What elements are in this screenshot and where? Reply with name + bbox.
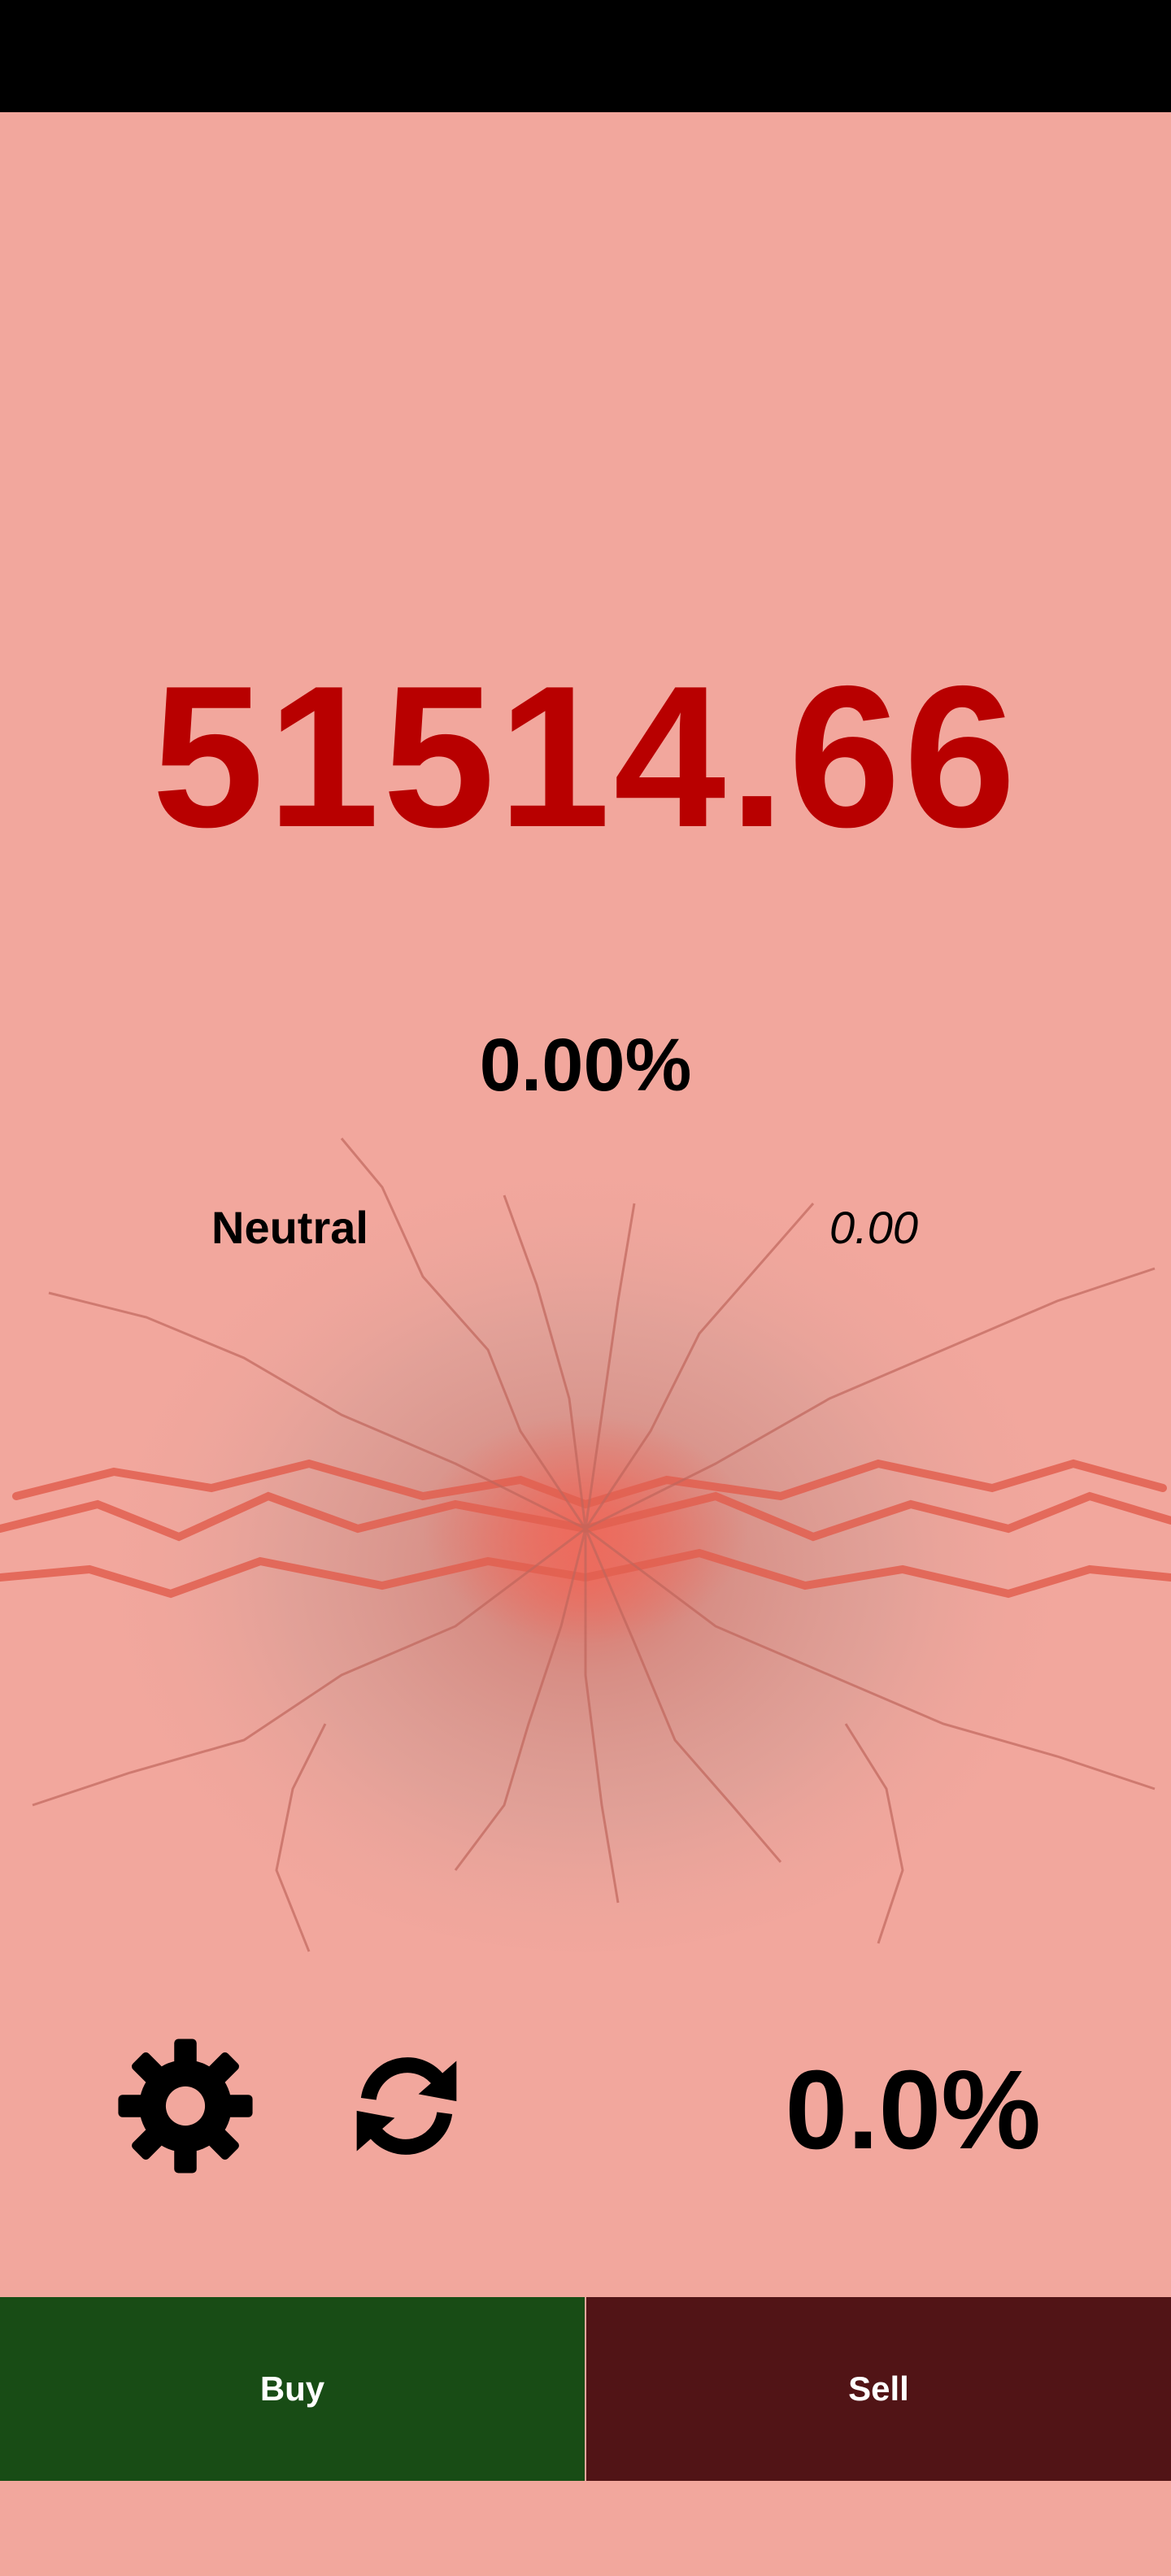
- lightning-background-image: [0, 1106, 1171, 1952]
- refresh-button[interactable]: [333, 2033, 480, 2179]
- sentiment-label: Neutral: [211, 1202, 368, 1253]
- bottom-percent-value: 0.0%: [785, 2047, 1041, 2173]
- status-bar: [0, 0, 1171, 112]
- sentiment-value: 0.00: [829, 1202, 918, 1253]
- price-value: 51514.66: [151, 643, 1020, 869]
- settings-button[interactable]: [112, 2033, 259, 2179]
- sell-button[interactable]: Sell: [586, 2297, 1171, 2481]
- buy-button[interactable]: Buy: [0, 2297, 585, 2481]
- change-percent: 0.00%: [479, 1024, 692, 1107]
- refresh-icon: [356, 2057, 457, 2155]
- gear-icon: [118, 2039, 253, 2174]
